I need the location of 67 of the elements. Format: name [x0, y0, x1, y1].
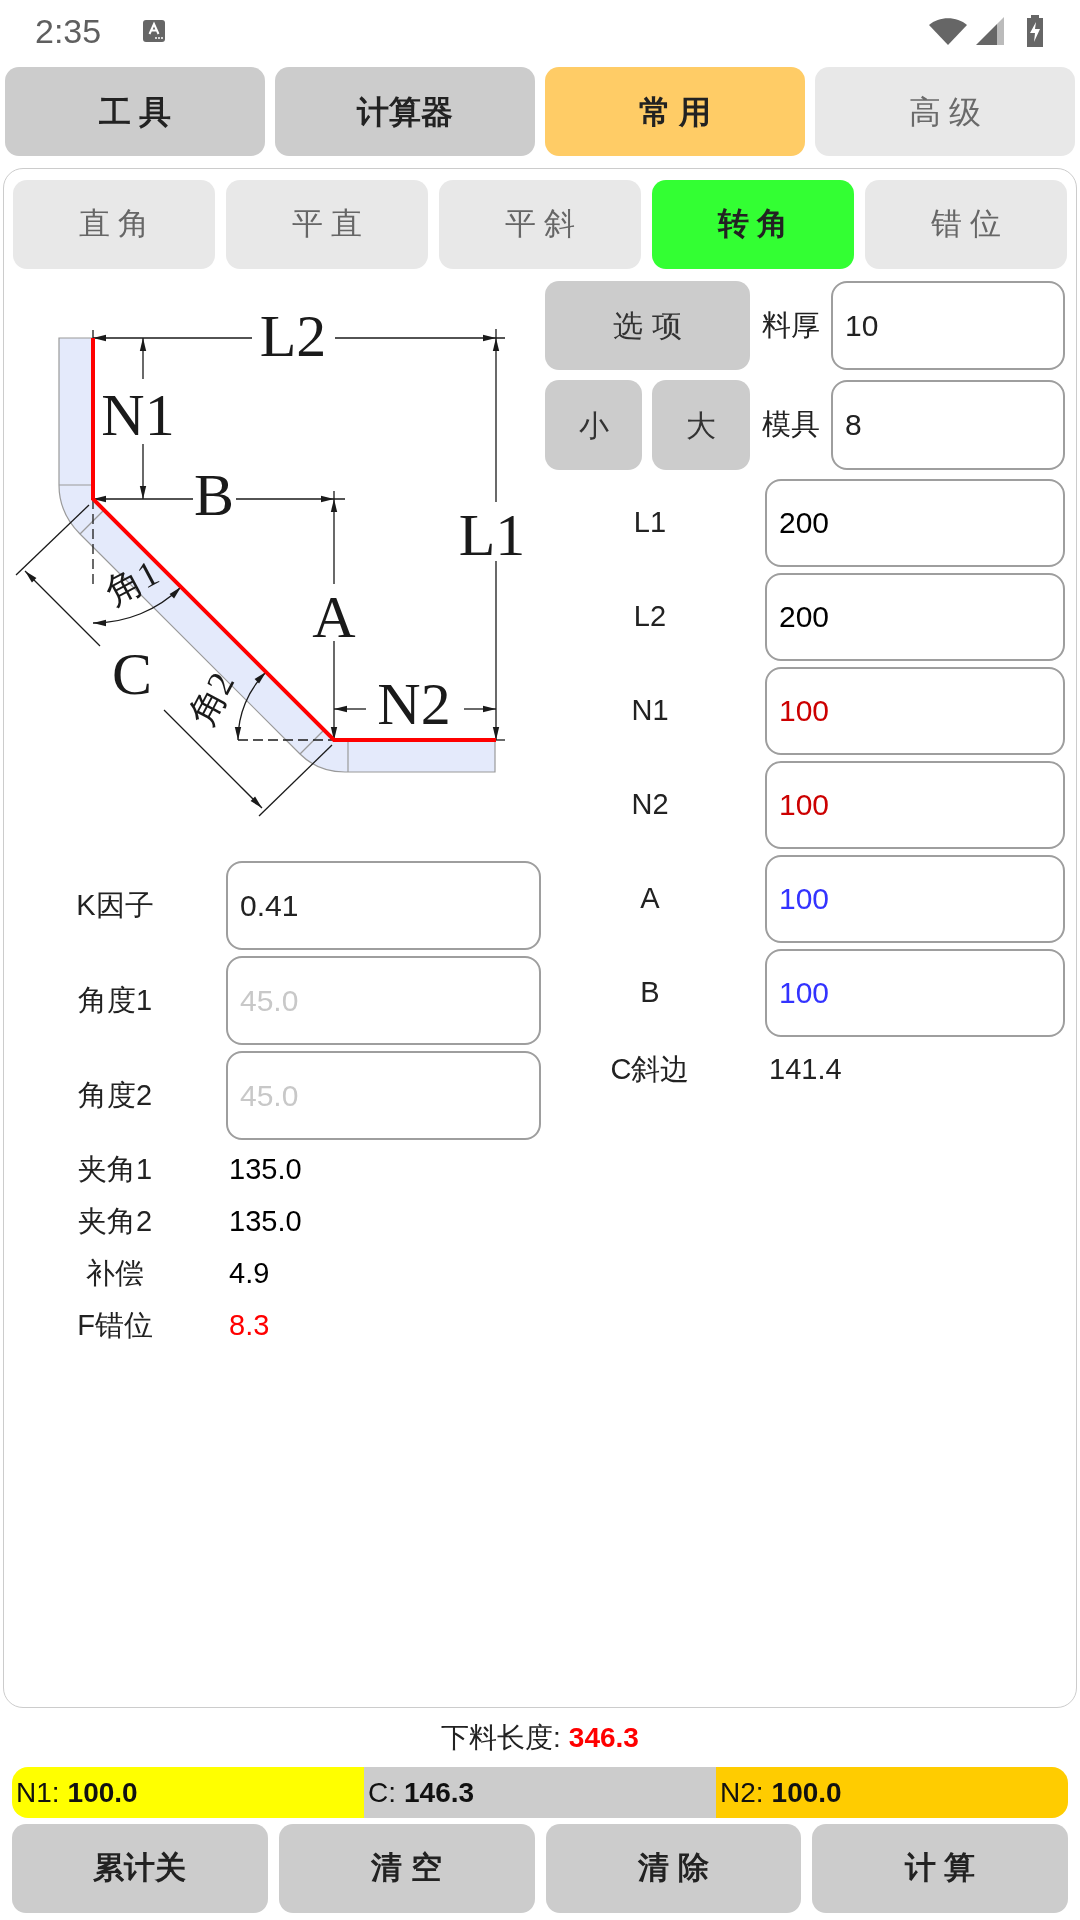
size-button[interactable]: 小: [545, 380, 642, 470]
angle-label: 角1: [98, 552, 166, 614]
result-value: 8.3: [229, 1308, 270, 1344]
field-label: L2: [633, 599, 667, 635]
result-value: 4.9: [229, 1256, 270, 1292]
input-field[interactable]: 8: [831, 380, 1065, 470]
input-field[interactable]: 100: [765, 761, 1065, 849]
segment-label: N1:: [16, 1775, 60, 1810]
input-field[interactable]: 100: [765, 949, 1065, 1037]
input-field[interactable]: 10: [831, 281, 1065, 370]
input-field[interactable]: 200: [765, 573, 1065, 661]
dimension-label: N2: [377, 671, 451, 737]
result-label: F错位: [77, 1308, 153, 1344]
result-label: 夹角1: [77, 1152, 153, 1188]
result-value: 135.0: [229, 1204, 302, 1240]
field-label: B: [640, 975, 660, 1011]
size-button[interactable]: 大: [652, 380, 750, 470]
signal-icon: [976, 16, 1004, 45]
battery-charging-icon: [1026, 14, 1044, 47]
dimension-label: A: [312, 584, 356, 650]
cut-length-label: 下料长度:: [441, 1720, 561, 1755]
action-button[interactable]: 清 除: [545, 1824, 802, 1913]
result-value: 141.4: [769, 1052, 842, 1088]
field-label: K因子: [76, 887, 154, 923]
field-label: 料厚: [761, 307, 820, 343]
mode-tab[interactable]: 常 用: [545, 67, 805, 156]
input-field[interactable]: 100: [765, 667, 1065, 755]
action-button[interactable]: 清 空: [278, 1824, 535, 1913]
field-label: 角度2: [77, 1077, 153, 1113]
result-label: C斜边: [610, 1052, 690, 1088]
action-button[interactable]: 累计关: [12, 1824, 268, 1913]
result-value: 135.0: [229, 1152, 302, 1188]
dimension-label: N1: [101, 382, 175, 448]
dimension-label: L2: [259, 303, 327, 369]
field-label: 角度1: [77, 982, 153, 1018]
status-time: 2:35: [35, 13, 102, 48]
input-field[interactable]: 0.41: [226, 861, 541, 950]
field-label: L1: [633, 505, 667, 541]
wifi-icon: [928, 15, 968, 46]
bend-type-tab[interactable]: 直 角: [13, 180, 215, 269]
bend-type-tab[interactable]: 错 位: [865, 180, 1067, 269]
mode-tab[interactable]: 计算器: [275, 67, 535, 156]
cut-length-value: 346.3: [568, 1720, 639, 1755]
segment-label: C:: [368, 1775, 396, 1810]
segment-value: 100.0: [771, 1775, 842, 1810]
dimension-label: C: [112, 641, 152, 707]
field-label: 模具: [761, 407, 820, 443]
action-button[interactable]: 计 算: [812, 1824, 1068, 1913]
result-label: 夹角2: [77, 1204, 153, 1240]
notification-icon: [143, 19, 166, 42]
dimension-label: L1: [458, 502, 526, 568]
segment-value: 146.3: [404, 1775, 475, 1810]
angle-label: 角2: [181, 665, 243, 733]
segment-label: N2:: [720, 1775, 764, 1810]
mode-tab[interactable]: 工 具: [5, 67, 265, 156]
field-label: A: [640, 881, 660, 917]
options-button[interactable]: 选 项: [545, 281, 750, 370]
bend-type-tab[interactable]: 平 斜: [439, 180, 641, 269]
dimension-label: B: [194, 462, 234, 528]
bend-type-tab[interactable]: 转 角: [652, 180, 854, 269]
bend-type-tab[interactable]: 平 直: [226, 180, 428, 269]
input-field[interactable]: 100: [765, 855, 1065, 943]
segment-value: 100.0: [67, 1775, 138, 1810]
result-label: 补偿: [86, 1256, 144, 1292]
field-label: N2: [631, 787, 669, 823]
field-label: N1: [631, 693, 669, 729]
input-field[interactable]: 200: [765, 479, 1065, 567]
